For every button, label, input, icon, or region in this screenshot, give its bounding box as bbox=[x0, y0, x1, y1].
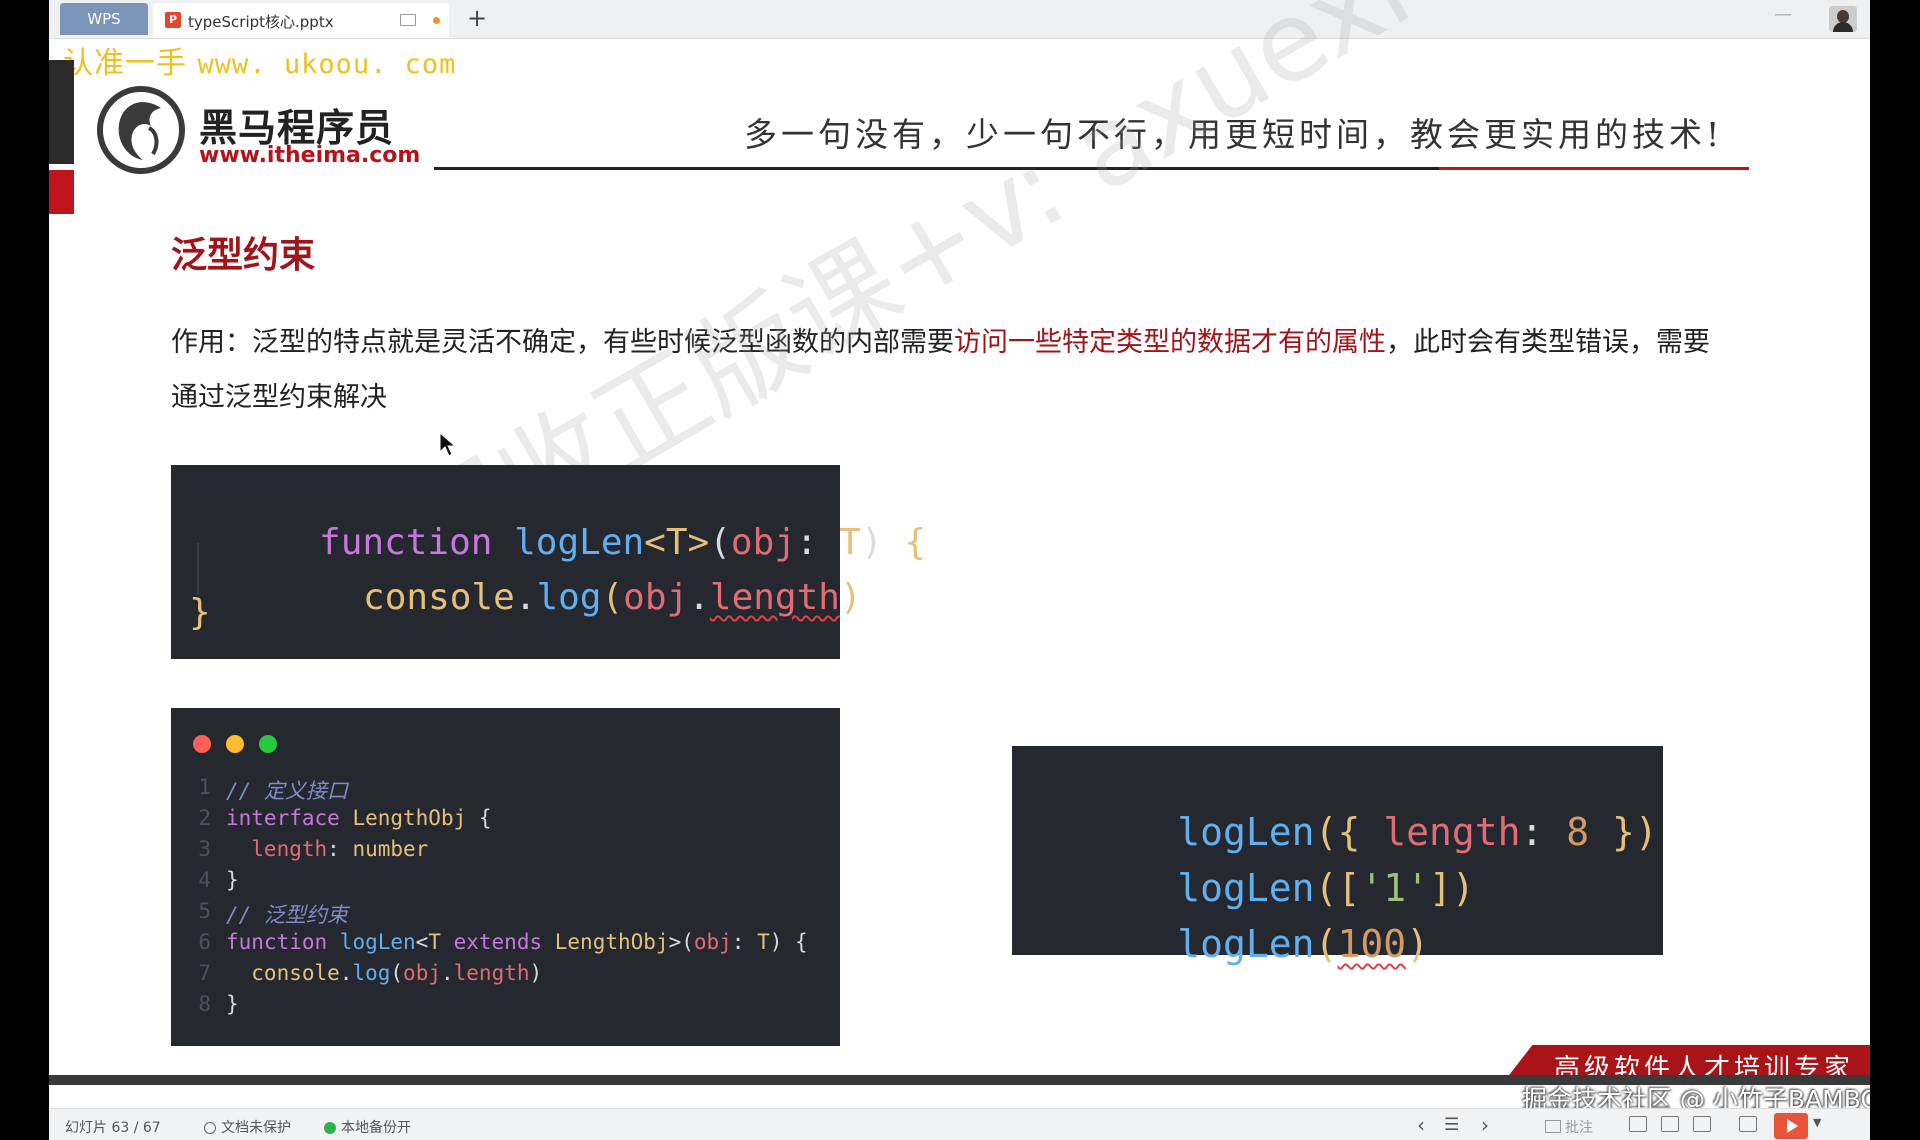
code-line: length: number bbox=[226, 837, 429, 861]
prev-slide-icon[interactable]: ‹ bbox=[1417, 1113, 1425, 1137]
code3-fn-3: logLen bbox=[1177, 922, 1315, 966]
reading-view-icon[interactable] bbox=[1693, 1116, 1711, 1132]
mouse-cursor-icon bbox=[439, 432, 457, 457]
slide-counter[interactable]: 幻灯片 63 / 67 bbox=[65, 1117, 161, 1137]
screenshot-icon[interactable] bbox=[1739, 1116, 1757, 1132]
status-bar: 幻灯片 63 / 67 文档未保护 本地备份开 ‹ ☰ › 批注 ▼ bbox=[49, 1108, 1870, 1140]
screen-border bbox=[1870, 0, 1920, 1140]
code-line: // 定义接口 bbox=[226, 779, 348, 803]
code3-val: 8 bbox=[1566, 810, 1590, 854]
code3-num-error: 100 bbox=[1337, 922, 1407, 966]
line-number: 3 bbox=[198, 837, 211, 861]
normal-view-icon[interactable] bbox=[1629, 1116, 1647, 1132]
top-watermark-url: www. ukoou. com bbox=[197, 49, 457, 80]
code-line: } bbox=[226, 868, 239, 892]
code3-l3-open: ( bbox=[1314, 922, 1338, 966]
next-slide-icon[interactable]: › bbox=[1481, 1113, 1489, 1137]
code3-l3-close: ) bbox=[1406, 922, 1429, 966]
header-divider-accent bbox=[1439, 167, 1749, 170]
shield-icon bbox=[204, 1122, 216, 1134]
code1-arg: obj bbox=[623, 577, 689, 618]
para-highlight: 访问一些特定类型的数据才有的属性 bbox=[954, 327, 1386, 358]
comment-button[interactable]: 批注 bbox=[1545, 1117, 1593, 1137]
code-line: // 泛型约束 bbox=[226, 903, 348, 927]
line-number: 4 bbox=[198, 868, 211, 892]
code1-console: console bbox=[363, 577, 515, 618]
line-number: 6 bbox=[198, 930, 211, 954]
maximize-dot-icon bbox=[259, 735, 277, 753]
code3-l1-close: }) bbox=[1589, 810, 1658, 854]
sorter-view-icon[interactable] bbox=[1661, 1116, 1679, 1132]
backup-label: 本地备份开 bbox=[341, 1120, 411, 1136]
code1-log-paren-close: ) bbox=[839, 577, 862, 618]
code-line: console.log(obj.length) bbox=[226, 961, 543, 985]
code3-l2-close: ]) bbox=[1428, 866, 1475, 910]
code-line: function logLen<T extends LengthObj>(obj… bbox=[226, 930, 808, 954]
comment-label: 批注 bbox=[1565, 1120, 1593, 1136]
comment-icon bbox=[1545, 1120, 1561, 1133]
unsaved-dot-icon bbox=[433, 17, 440, 24]
code3-colon: : bbox=[1520, 810, 1567, 854]
backup-status[interactable]: 本地备份开 bbox=[324, 1117, 411, 1137]
backup-icon bbox=[324, 1122, 336, 1134]
description-paragraph: 作用：泛型的特点就是灵活不确定，有些时候泛型函数的内部需要访问一些特定类型的数据… bbox=[171, 315, 1731, 425]
line-number: 5 bbox=[198, 899, 211, 923]
close-dot-icon bbox=[193, 735, 211, 753]
code-line: interface LengthObj { bbox=[226, 806, 492, 830]
code1-dot: . bbox=[514, 577, 537, 618]
code1-dot2: . bbox=[688, 577, 710, 618]
code1-length-error: length bbox=[709, 577, 840, 618]
title-bar: WPS P typeScript核心.pptx + — bbox=[49, 0, 1870, 39]
code-block-calls: logLen({ length: 8 }) logLen(['1']) logL… bbox=[1012, 746, 1663, 966]
document-tab[interactable]: P typeScript核心.pptx bbox=[153, 3, 449, 38]
document-tab-title: typeScript核心.pptx bbox=[188, 13, 334, 31]
code-line: } bbox=[226, 992, 239, 1016]
code1-brace-close: } bbox=[189, 592, 211, 633]
play-slideshow-button[interactable] bbox=[1774, 1113, 1808, 1139]
side-accent-red bbox=[49, 170, 74, 214]
logo-url: www.itheima.com bbox=[199, 143, 421, 168]
avatar[interactable] bbox=[1829, 6, 1857, 32]
line-number: 1 bbox=[198, 775, 211, 799]
code1-log-paren-open: ( bbox=[601, 577, 624, 618]
code1-brace-open: { bbox=[904, 522, 927, 563]
code-block-constraint: 1 // 定义接口 2 interface LengthObj { 3 length… bbox=[171, 708, 840, 1046]
code1-log: log bbox=[536, 577, 602, 618]
minimize-icon[interactable]: — bbox=[1774, 4, 1792, 25]
line-number: 7 bbox=[198, 961, 211, 985]
play-dropdown-icon[interactable]: ▼ bbox=[1813, 1116, 1821, 1129]
new-tab-button[interactable]: + bbox=[467, 4, 487, 32]
wps-home-tab[interactable]: WPS bbox=[60, 3, 148, 35]
ppt-file-icon: P bbox=[165, 12, 181, 28]
horse-logo-icon bbox=[97, 86, 185, 174]
line-number: 8 bbox=[198, 992, 211, 1016]
slide-title: 泛型约束 bbox=[171, 235, 316, 276]
wps-window: WPS P typeScript核心.pptx + — 认准一手 www. uk… bbox=[49, 0, 1870, 1140]
monitor-icon[interactable] bbox=[400, 14, 416, 26]
line-number: 2 bbox=[198, 806, 211, 830]
code1-paren-close: ) bbox=[860, 522, 905, 563]
minimize-dot-icon bbox=[226, 735, 244, 753]
protect-label: 文档未保护 bbox=[221, 1120, 291, 1136]
outline-icon[interactable]: ☰ bbox=[1444, 1115, 1459, 1135]
top-watermark: 认准一手 www. ukoou. com bbox=[63, 38, 456, 82]
side-accent-dark bbox=[49, 60, 74, 164]
protect-status[interactable]: 文档未保护 bbox=[204, 1117, 291, 1137]
code-block-error-example: function logLen<T>(obj: T) { console.log… bbox=[171, 465, 926, 659]
top-watermark-cn: 认准一手 bbox=[63, 46, 187, 81]
